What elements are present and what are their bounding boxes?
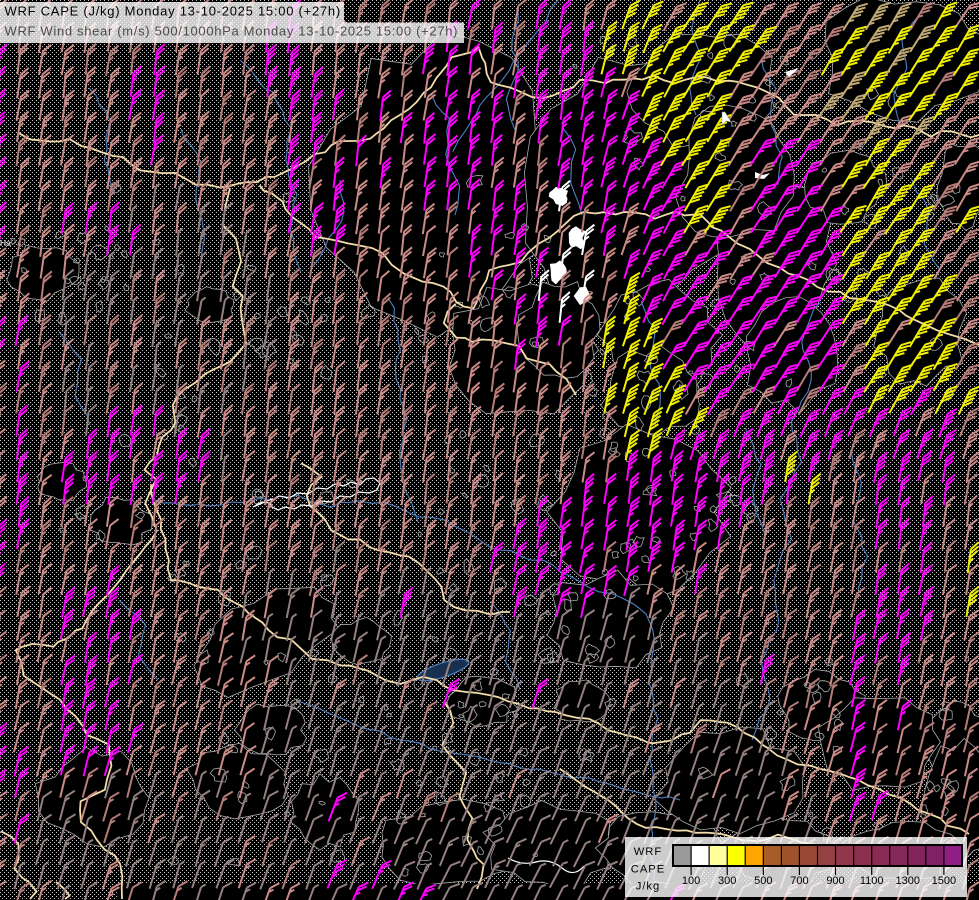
svg-text:1100: 1100 bbox=[860, 875, 884, 887]
svg-text:300: 300 bbox=[718, 875, 736, 887]
svg-text:WRF Wind shear (m/s) 500/1000h: WRF Wind shear (m/s) 500/1000hPa Monday … bbox=[5, 24, 459, 39]
svg-text:700: 700 bbox=[790, 875, 808, 887]
svg-text:900: 900 bbox=[826, 875, 844, 887]
svg-text:500: 500 bbox=[754, 875, 772, 887]
svg-text:100: 100 bbox=[682, 875, 700, 887]
svg-text:1300: 1300 bbox=[896, 875, 920, 887]
svg-text:CAPE: CAPE bbox=[631, 864, 665, 876]
svg-text:1500: 1500 bbox=[932, 875, 956, 887]
svg-text:WRF CAPE (J/kg) Monday 13-10-2: WRF CAPE (J/kg) Monday 13-10-2025 15:00 … bbox=[5, 4, 341, 19]
svg-text:WRF: WRF bbox=[634, 846, 662, 858]
svg-text:J/kg: J/kg bbox=[636, 881, 661, 893]
svg-text:Ha: Ha bbox=[0, 238, 11, 248]
